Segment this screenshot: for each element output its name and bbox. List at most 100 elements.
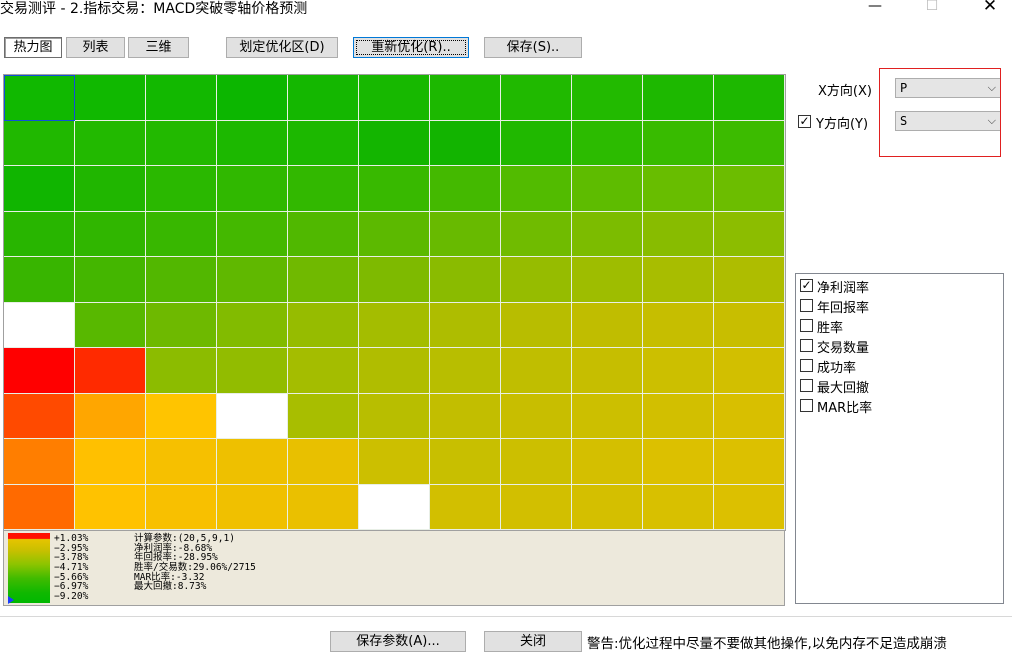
heatmap-cell[interactable]	[501, 484, 572, 530]
heatmap-cell[interactable]	[75, 393, 146, 439]
heatmap-cell[interactable]	[359, 75, 430, 121]
heatmap-cell[interactable]	[146, 211, 217, 257]
metric-checkbox[interactable]	[800, 319, 813, 332]
heatmap-cell[interactable]	[288, 439, 359, 485]
heatmap-cell[interactable]	[75, 439, 146, 485]
heatmap-cell[interactable]	[75, 348, 146, 394]
heatmap-cell[interactable]	[146, 257, 217, 303]
heatmap-cell[interactable]	[572, 166, 643, 212]
heatmap-cell[interactable]	[643, 393, 714, 439]
heatmap-cell[interactable]	[501, 166, 572, 212]
heatmap-cell[interactable]	[643, 166, 714, 212]
heatmap-cell[interactable]	[430, 348, 501, 394]
heatmap-cell[interactable]	[75, 211, 146, 257]
heatmap-cell[interactable]	[430, 484, 501, 530]
heatmap-cell[interactable]	[288, 484, 359, 530]
heatmap-cell[interactable]	[288, 302, 359, 348]
heatmap-cell[interactable]	[430, 393, 501, 439]
heatmap-cell[interactable]	[4, 120, 75, 166]
heatmap-cell[interactable]	[572, 302, 643, 348]
metric-checkbox[interactable]: ✓	[800, 279, 813, 292]
heatmap-cell[interactable]	[501, 211, 572, 257]
heatmap-cell[interactable]	[217, 211, 288, 257]
heatmap-cell[interactable]	[359, 166, 430, 212]
heatmap-cell[interactable]	[4, 393, 75, 439]
heatmap-cell[interactable]	[288, 211, 359, 257]
heatmap-cell[interactable]	[146, 348, 217, 394]
heatmap-cell[interactable]	[714, 348, 785, 394]
heatmap-cell[interactable]	[643, 120, 714, 166]
heatmap-cell[interactable]	[714, 75, 785, 121]
heatmap-cell[interactable]	[217, 302, 288, 348]
save-button[interactable]: 保存(S)..	[484, 37, 582, 58]
heatmap-cell[interactable]	[501, 75, 572, 121]
heatmap-cell[interactable]	[217, 439, 288, 485]
heatmap-cell[interactable]	[146, 75, 217, 121]
heatmap-cell[interactable]	[359, 120, 430, 166]
heatmap-cell[interactable]	[4, 302, 75, 348]
tab-heatmap[interactable]: 热力图	[4, 37, 62, 58]
heatmap-cell[interactable]	[359, 257, 430, 303]
heatmap-cell[interactable]	[288, 393, 359, 439]
heatmap-cell[interactable]	[288, 120, 359, 166]
heatmap-cell[interactable]	[572, 120, 643, 166]
heatmap-cell[interactable]	[572, 393, 643, 439]
minimize-icon[interactable]: —	[855, 0, 895, 16]
heatmap-cell[interactable]	[359, 348, 430, 394]
heatmap-cell[interactable]	[288, 257, 359, 303]
heatmap-cell[interactable]	[4, 166, 75, 212]
metric-checkbox[interactable]	[800, 299, 813, 312]
heatmap-cell[interactable]	[572, 211, 643, 257]
heatmap-cell[interactable]	[146, 302, 217, 348]
tab-list[interactable]: 列表	[66, 37, 125, 58]
heatmap-cell[interactable]	[75, 166, 146, 212]
heatmap-cell[interactable]	[217, 257, 288, 303]
heatmap-cell[interactable]	[501, 257, 572, 303]
heatmap-cell[interactable]	[572, 348, 643, 394]
heatmap-cell[interactable]	[359, 211, 430, 257]
heatmap-cell[interactable]	[572, 439, 643, 485]
maximize-icon[interactable]: ☐	[912, 0, 952, 16]
reoptimize-button[interactable]: 重新优化(R)..	[353, 37, 469, 58]
heatmap-cell[interactable]	[430, 302, 501, 348]
heatmap-cell[interactable]	[217, 120, 288, 166]
tab-3d[interactable]: 三维	[128, 37, 189, 58]
heatmap-cell[interactable]	[288, 166, 359, 212]
heatmap-cell[interactable]	[75, 257, 146, 303]
heatmap-cell[interactable]	[217, 484, 288, 530]
heatmap-cell[interactable]	[75, 75, 146, 121]
heatmap-cell[interactable]	[4, 439, 75, 485]
metric-checkbox[interactable]	[800, 379, 813, 392]
heatmap-cell[interactable]	[4, 211, 75, 257]
heatmap-cell[interactable]	[430, 439, 501, 485]
heatmap-cell[interactable]	[714, 257, 785, 303]
heatmap-cell[interactable]	[501, 302, 572, 348]
heatmap-cell[interactable]	[4, 75, 75, 121]
heatmap-cell[interactable]	[714, 211, 785, 257]
heatmap-cell[interactable]	[75, 302, 146, 348]
heatmap-grid[interactable]	[3, 74, 786, 531]
heatmap-cell[interactable]	[288, 75, 359, 121]
heatmap-cell[interactable]	[714, 484, 785, 530]
heatmap-cell[interactable]	[501, 439, 572, 485]
heatmap-cell[interactable]	[217, 166, 288, 212]
heatmap-cell[interactable]	[217, 393, 288, 439]
heatmap-cell[interactable]	[430, 120, 501, 166]
heatmap-cell[interactable]	[146, 484, 217, 530]
metric-checkbox[interactable]	[800, 359, 813, 372]
heatmap-cell[interactable]	[714, 393, 785, 439]
heatmap-cell[interactable]	[430, 166, 501, 212]
heatmap-cell[interactable]	[714, 166, 785, 212]
heatmap-cell[interactable]	[643, 484, 714, 530]
define-region-button[interactable]: 划定优化区(D)	[226, 37, 338, 58]
y-axis-checkbox[interactable]: ✓	[798, 115, 811, 128]
heatmap-cell[interactable]	[146, 120, 217, 166]
heatmap-cell[interactable]	[4, 348, 75, 394]
metric-checkbox[interactable]	[800, 339, 813, 352]
heatmap-cell[interactable]	[146, 393, 217, 439]
heatmap-cell[interactable]	[359, 393, 430, 439]
heatmap-cell[interactable]	[75, 484, 146, 530]
heatmap-cell[interactable]	[146, 439, 217, 485]
heatmap-cell[interactable]	[359, 439, 430, 485]
heatmap-cell[interactable]	[430, 257, 501, 303]
